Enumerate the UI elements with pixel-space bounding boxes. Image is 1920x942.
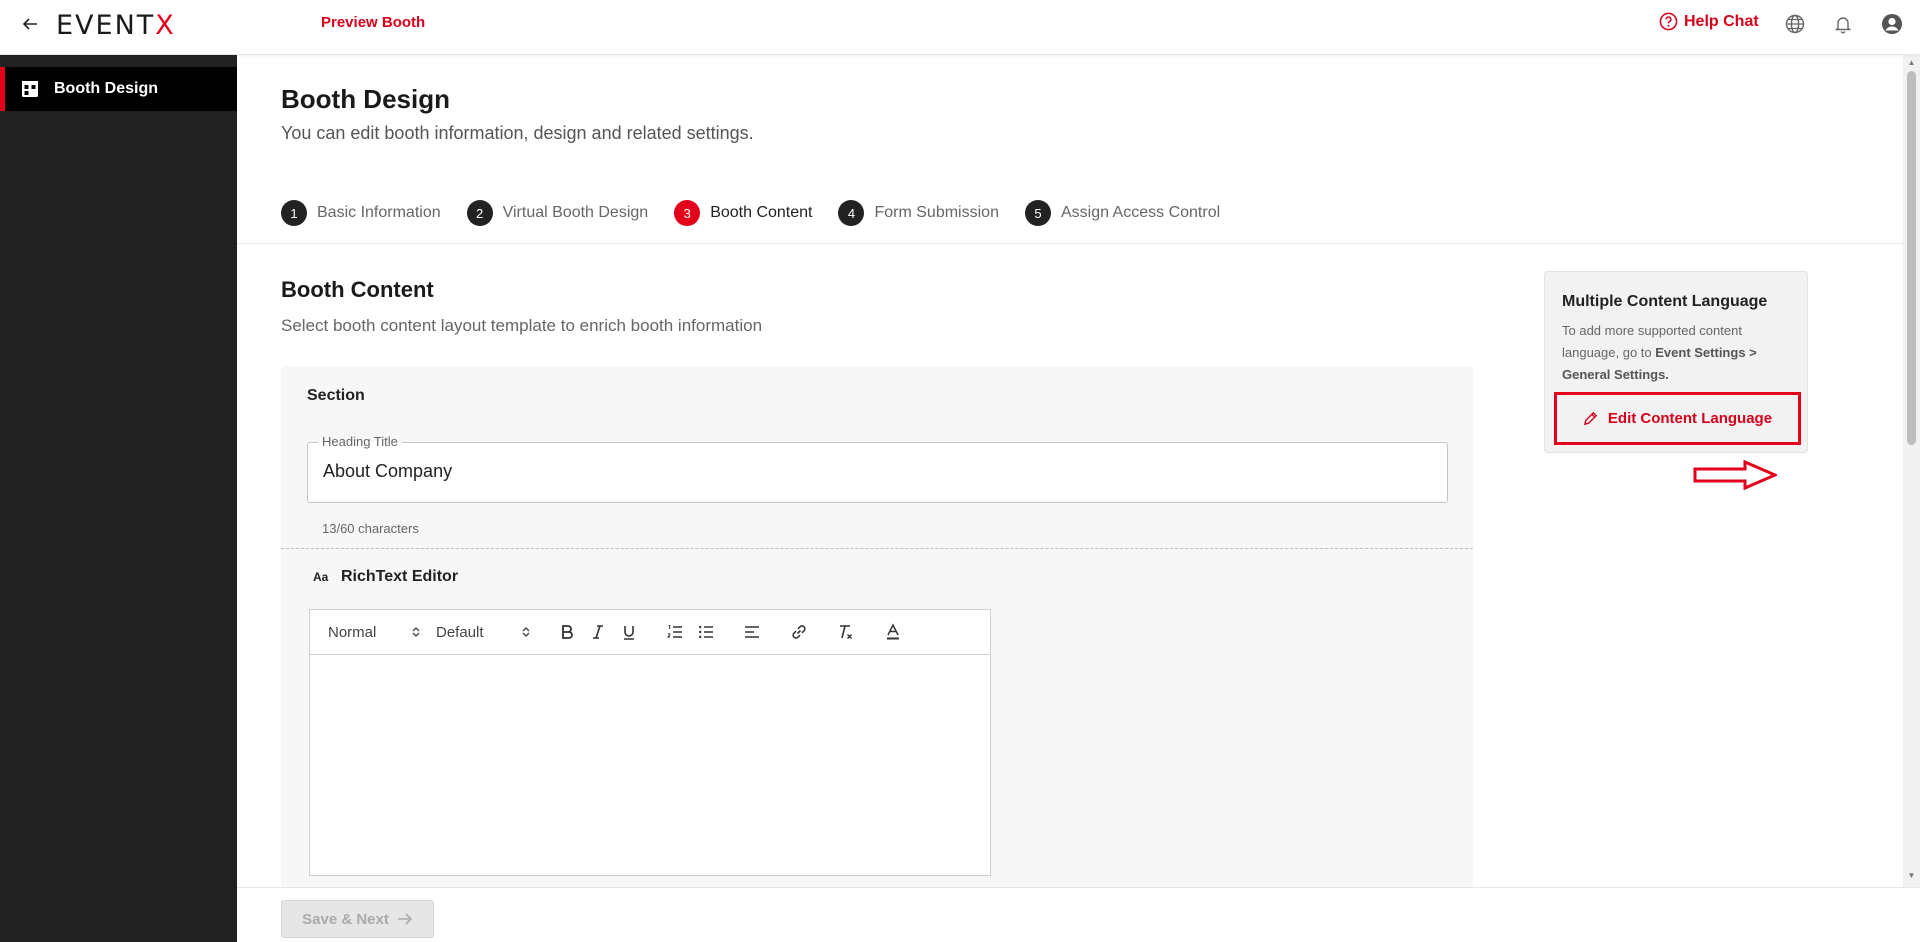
- step-assign-access-control[interactable]: 5 Assign Access Control: [1024, 200, 1221, 226]
- section-title: Booth Content: [281, 277, 434, 302]
- font-select[interactable]: Default: [436, 624, 530, 641]
- section-subtitle: Select booth content layout template to …: [281, 316, 763, 335]
- step-number: 5: [1024, 200, 1051, 226]
- back-arrow-icon[interactable]: [18, 12, 42, 36]
- scroll-down-icon[interactable]: ▼: [1907, 871, 1916, 880]
- heading-title-field[interactable]: Heading Title About Company: [307, 434, 1448, 503]
- step-booth-content[interactable]: 3 Booth Content: [674, 200, 812, 226]
- select-arrows-icon: [522, 627, 530, 637]
- bold-icon[interactable]: [556, 621, 578, 643]
- pencil-icon: [1583, 411, 1598, 426]
- page-title: Booth Design: [281, 84, 450, 114]
- text-format-icon: Aa: [313, 570, 329, 584]
- ordered-list-icon[interactable]: [664, 621, 686, 643]
- sidebar-item-label: Booth Design: [54, 80, 158, 97]
- link-icon[interactable]: [788, 621, 810, 643]
- step-basic-information[interactable]: 1 Basic Information: [281, 200, 441, 226]
- step-number: 1: [281, 200, 307, 226]
- clear-format-icon[interactable]: [835, 621, 857, 643]
- format-select[interactable]: Normal: [328, 624, 420, 641]
- info-card-text: To add more supported content language, …: [1562, 323, 1757, 382]
- step-label: Basic Information: [317, 204, 441, 221]
- bullet-list-icon[interactable]: [695, 621, 717, 643]
- stepper: 1 Basic Information 2 Virtual Booth Desi…: [281, 200, 1246, 226]
- heading-title-value[interactable]: About Company: [323, 461, 452, 482]
- save-next-label: Save & Next: [302, 910, 389, 928]
- section-card: Section Heading Title About Company 13/6…: [281, 366, 1473, 887]
- scroll-up-icon[interactable]: ▲: [1907, 58, 1916, 67]
- editor-toolbar: Normal Default: [310, 610, 990, 655]
- text-color-icon[interactable]: [882, 621, 904, 643]
- sidebar: Booth Design: [0, 55, 237, 942]
- sidebar-item-booth-design[interactable]: Booth Design: [0, 67, 237, 111]
- divider: [237, 243, 1903, 244]
- edit-content-language-button[interactable]: Edit Content Language: [1554, 392, 1801, 445]
- preview-booth-link[interactable]: Preview Booth: [321, 14, 425, 31]
- richtext-header: Aa RichText Editor: [313, 568, 458, 586]
- step-label: Booth Content: [710, 204, 813, 221]
- richtext-label: RichText Editor: [341, 568, 459, 585]
- step-number: 4: [838, 200, 865, 226]
- arrow-right-icon: [397, 913, 412, 925]
- field-legend: Heading Title: [318, 434, 402, 449]
- eventx-logo[interactable]: EVENTX: [56, 10, 176, 41]
- booth-grid-icon: [20, 79, 40, 99]
- user-avatar-icon[interactable]: [1880, 12, 1904, 36]
- help-chat-button[interactable]: Help Chat: [1659, 12, 1759, 31]
- page-subtitle: You can edit booth information, design a…: [281, 123, 754, 143]
- edit-content-language-label: Edit Content Language: [1607, 410, 1773, 427]
- bottom-action-bar: Save & Next: [237, 887, 1920, 942]
- dashed-divider: [281, 548, 1473, 549]
- step-label: Form Submission: [874, 204, 999, 221]
- step-number: 2: [466, 200, 493, 226]
- character-count: 13/60 characters: [322, 521, 419, 536]
- info-card-title: Multiple Content Language: [1562, 293, 1768, 310]
- underline-icon[interactable]: [618, 621, 640, 643]
- italic-icon[interactable]: [587, 621, 609, 643]
- step-label: Virtual Booth Design: [502, 204, 649, 221]
- align-left-icon[interactable]: [741, 621, 763, 643]
- red-arrow-annotation-icon: [1693, 460, 1777, 490]
- bell-icon[interactable]: [1831, 12, 1855, 36]
- step-virtual-booth-design[interactable]: 2 Virtual Booth Design: [466, 200, 649, 226]
- font-select-value: Default: [436, 623, 484, 641]
- active-indicator: [0, 67, 5, 111]
- richtext-editor: Normal Default: [309, 609, 991, 876]
- globe-icon[interactable]: [1783, 12, 1807, 36]
- content-language-card: Multiple Content Language To add more su…: [1544, 271, 1808, 453]
- main-content: Booth Design You can edit booth informat…: [237, 55, 1903, 887]
- top-bar: EVENTX Preview Booth Help Chat: [0, 0, 1920, 55]
- step-label: Assign Access Control: [1060, 204, 1221, 221]
- help-circle-icon: [1659, 12, 1678, 31]
- step-number: 3: [674, 200, 701, 226]
- section-label: Section: [307, 387, 365, 404]
- step-form-submission[interactable]: 4 Form Submission: [838, 200, 999, 226]
- editor-body[interactable]: [310, 655, 990, 875]
- save-next-button[interactable]: Save & Next: [281, 900, 434, 938]
- vertical-scrollbar[interactable]: ▲ ▼: [1903, 55, 1920, 887]
- scroll-thumb[interactable]: [1907, 71, 1916, 445]
- select-arrows-icon: [412, 627, 420, 637]
- help-chat-label: Help Chat: [1684, 12, 1759, 30]
- format-select-value: Normal: [328, 623, 377, 641]
